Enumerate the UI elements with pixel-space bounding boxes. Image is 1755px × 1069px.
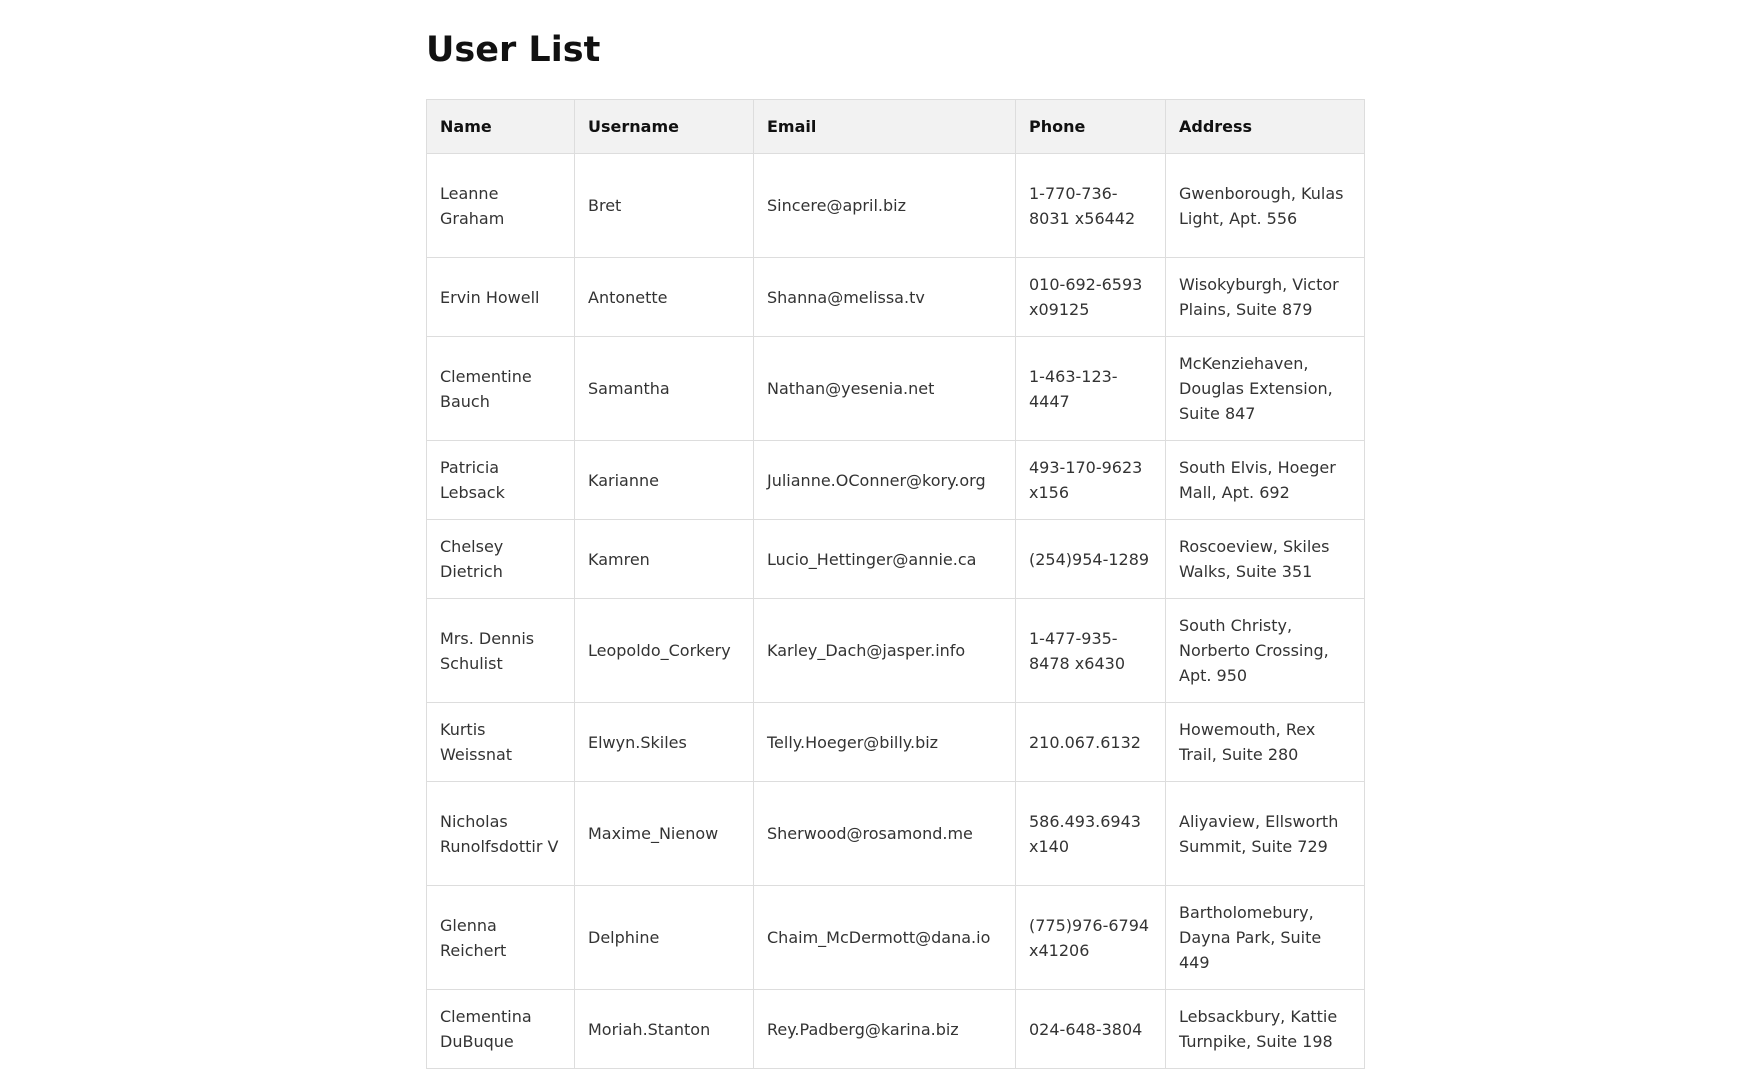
cell-name: Clementine Bauch [426, 336, 575, 441]
cell-username: Elwyn.Skiles [574, 702, 754, 782]
cell-name: Clementina DuBuque [426, 989, 575, 1069]
column-header-username: Username [574, 99, 754, 154]
cell-name: Mrs. Dennis Schulist [426, 598, 575, 703]
table-row: Nicholas Runolfsdottir V Maxime_Nienow S… [426, 781, 1365, 886]
table-row: Chelsey Dietrich Kamren Lucio_Hettinger@… [426, 519, 1365, 599]
cell-email: Shanna@melissa.tv [753, 257, 1016, 337]
cell-phone: (775)976-6794 x41206 [1015, 885, 1166, 990]
cell-phone: 024-648-3804 [1015, 989, 1166, 1069]
cell-phone: 210.067.6132 [1015, 702, 1166, 782]
cell-address: Aliyaview, Ellsworth Summit, Suite 729 [1165, 781, 1365, 886]
column-header-email: Email [753, 99, 1016, 154]
table-row: Mrs. Dennis Schulist Leopoldo_Corkery Ka… [426, 598, 1365, 703]
cell-address: South Christy, Norberto Crossing, Apt. 9… [1165, 598, 1365, 703]
table-row: Patricia Lebsack Karianne Julianne.OConn… [426, 440, 1365, 520]
cell-name: Patricia Lebsack [426, 440, 575, 520]
cell-phone: 1-770-736-8031 x56442 [1015, 153, 1166, 258]
table-row: Glenna Reichert Delphine Chaim_McDermott… [426, 885, 1365, 990]
cell-username: Delphine [574, 885, 754, 990]
table-row: Ervin Howell Antonette Shanna@melissa.tv… [426, 257, 1365, 337]
cell-username: Samantha [574, 336, 754, 441]
cell-name: Ervin Howell [426, 257, 575, 337]
cell-name: Nicholas Runolfsdottir V [426, 781, 575, 886]
table-row: Leanne Graham Bret Sincere@april.biz 1-7… [426, 153, 1365, 258]
cell-phone: 1-477-935-8478 x6430 [1015, 598, 1166, 703]
cell-phone: 586.493.6943 x140 [1015, 781, 1166, 886]
cell-address: McKenziehaven, Douglas Extension, Suite … [1165, 336, 1365, 441]
cell-address: Roscoeview, Skiles Walks, Suite 351 [1165, 519, 1365, 599]
table-row: Clementine Bauch Samantha Nathan@yesenia… [426, 336, 1365, 441]
cell-username: Bret [574, 153, 754, 258]
cell-phone: 1-463-123-4447 [1015, 336, 1166, 441]
column-header-address: Address [1165, 99, 1365, 154]
column-header-phone: Phone [1015, 99, 1166, 154]
table-row: Kurtis Weissnat Elwyn.Skiles Telly.Hoege… [426, 702, 1365, 782]
cell-name: Leanne Graham [426, 153, 575, 258]
cell-phone: 010-692-6593 x09125 [1015, 257, 1166, 337]
table-header-row: Name Username Email Phone Address [426, 99, 1365, 154]
page-title: User List [426, 30, 601, 70]
cell-name: Chelsey Dietrich [426, 519, 575, 599]
cell-phone: (254)954-1289 [1015, 519, 1166, 599]
cell-address: Bartholomebury, Dayna Park, Suite 449 [1165, 885, 1365, 990]
cell-username: Antonette [574, 257, 754, 337]
table-row: Clementina DuBuque Moriah.Stanton Rey.Pa… [426, 989, 1365, 1069]
table-header: Name Username Email Phone Address [426, 99, 1365, 154]
table-body: Leanne Graham Bret Sincere@april.biz 1-7… [426, 153, 1365, 1069]
cell-email: Karley_Dach@jasper.info [753, 598, 1016, 703]
cell-name: Kurtis Weissnat [426, 702, 575, 782]
cell-email: Nathan@yesenia.net [753, 336, 1016, 441]
cell-username: Moriah.Stanton [574, 989, 754, 1069]
cell-address: Gwenborough, Kulas Light, Apt. 556 [1165, 153, 1365, 258]
user-table: Name Username Email Phone Address Leanne… [426, 99, 1365, 1069]
cell-username: Leopoldo_Corkery [574, 598, 754, 703]
cell-phone: 493-170-9623 x156 [1015, 440, 1166, 520]
cell-email: Sherwood@rosamond.me [753, 781, 1016, 886]
cell-username: Kamren [574, 519, 754, 599]
cell-email: Chaim_McDermott@dana.io [753, 885, 1016, 990]
cell-email: Telly.Hoeger@billy.biz [753, 702, 1016, 782]
cell-email: Julianne.OConner@kory.org [753, 440, 1016, 520]
cell-username: Maxime_Nienow [574, 781, 754, 886]
cell-name: Glenna Reichert [426, 885, 575, 990]
column-header-name: Name [426, 99, 575, 154]
cell-email: Lucio_Hettinger@annie.ca [753, 519, 1016, 599]
cell-address: South Elvis, Hoeger Mall, Apt. 692 [1165, 440, 1365, 520]
cell-address: Howemouth, Rex Trail, Suite 280 [1165, 702, 1365, 782]
cell-username: Karianne [574, 440, 754, 520]
cell-email: Rey.Padberg@karina.biz [753, 989, 1016, 1069]
cell-address: Lebsackbury, Kattie Turnpike, Suite 198 [1165, 989, 1365, 1069]
cell-address: Wisokyburgh, Victor Plains, Suite 879 [1165, 257, 1365, 337]
cell-email: Sincere@april.biz [753, 153, 1016, 258]
